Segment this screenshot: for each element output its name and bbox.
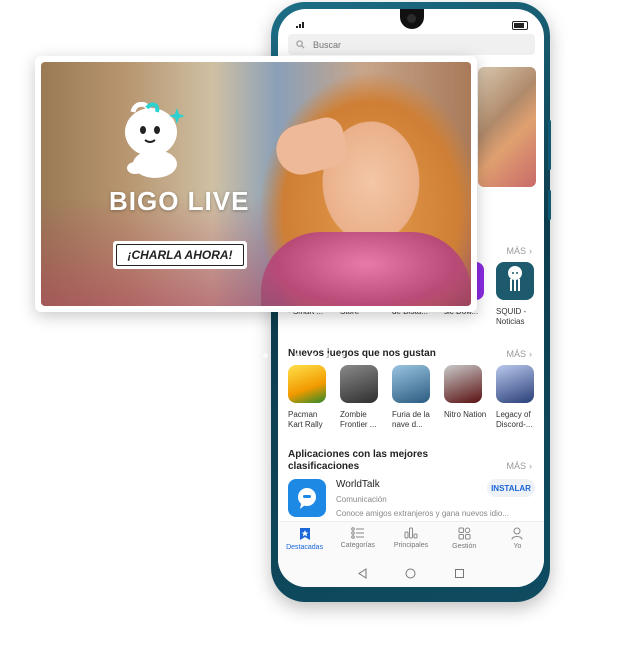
featured-banner-card[interactable]: BIGO LIVE ¡CHARLA AHORA! (35, 56, 477, 359)
carousel-dot[interactable] (310, 353, 315, 358)
carousel-dot[interactable] (340, 353, 345, 358)
carousel-dot[interactable] (263, 353, 268, 358)
install-button[interactable]: INSTALAR (487, 479, 535, 497)
tab-profile[interactable]: Yo (491, 522, 544, 560)
tab-label: Gestión (452, 543, 477, 550)
manage-icon (458, 527, 471, 540)
power-button (548, 190, 551, 220)
game-name: Pacman Kart Rally (288, 410, 323, 429)
carousel-dots (233, 352, 345, 359)
warrior-icon[interactable] (496, 365, 534, 403)
banner-photo-hand (270, 113, 352, 181)
ship-icon[interactable] (392, 365, 430, 403)
search-icon (296, 40, 305, 49)
bigo-mascot-icon (125, 102, 185, 178)
more-label: MÁS (506, 246, 526, 256)
game-name: Furia de la nave d... (392, 410, 430, 429)
carousel-dot[interactable] (233, 353, 238, 358)
tab-categories[interactable]: Categorías (331, 522, 384, 560)
more-label: MÁS (506, 461, 526, 471)
worldtalk-icon[interactable] (288, 479, 326, 517)
section3-title: Aplicaciones con las mejores clasificaci… (288, 449, 429, 472)
carousel-dot-active[interactable] (278, 352, 285, 359)
game-name: Zombie Frontier ... (340, 410, 377, 429)
app-name: SQUID - Noticias (496, 307, 527, 326)
tab-manage[interactable]: Gestión (438, 522, 491, 560)
game-name: Legacy of Discord-... (496, 410, 533, 429)
back-icon[interactable] (357, 568, 368, 579)
carousel-dot[interactable] (248, 353, 253, 358)
banner-image (41, 62, 471, 306)
section3-more-link[interactable]: MÁS › (506, 461, 532, 471)
search-bar[interactable] (288, 34, 535, 55)
bottom-tab-bar: Destacadas Categorías Principales Gestió… (278, 521, 544, 560)
squid-icon (504, 265, 526, 298)
chat-now-label: ¡CHARLA AHORA! (116, 244, 244, 266)
app-category: Comunicación (336, 495, 387, 504)
section2-more-link[interactable]: MÁS › (506, 349, 532, 359)
volume-button (548, 120, 551, 170)
background-banner[interactable] (478, 67, 536, 187)
section1-more-link[interactable]: MÁS › (506, 246, 532, 256)
tab-top-charts[interactable]: Principales (384, 522, 437, 560)
zombie-icon[interactable] (340, 365, 378, 403)
chevron-right-icon: › (529, 461, 532, 471)
tab-featured[interactable]: Destacadas (278, 522, 331, 560)
app-title: WorldTalk (336, 479, 380, 490)
car-icon[interactable] (444, 365, 482, 403)
tab-label: Yo (513, 543, 522, 550)
battery-icon (512, 21, 528, 30)
game-name: Nitro Nation (444, 410, 487, 419)
brand-title: BIGO LIVE (109, 186, 250, 216)
banner-photo-shirt (261, 232, 471, 306)
signal-icon (296, 22, 304, 28)
app-description: Conoce amigos extranjeros y gana nuevos … (336, 509, 509, 518)
more-label: MÁS (506, 349, 526, 359)
featured-icon (299, 528, 310, 540)
home-icon[interactable] (405, 568, 416, 579)
tab-label: Principales (393, 542, 429, 549)
top-charts-icon (404, 527, 418, 539)
categories-icon (350, 527, 364, 539)
chat-now-button[interactable]: ¡CHARLA AHORA! (113, 241, 247, 269)
carousel-dot[interactable] (325, 353, 330, 358)
search-input[interactable] (311, 38, 515, 51)
camera-notch (400, 9, 424, 29)
chevron-right-icon: › (529, 349, 532, 359)
app-icon-squid[interactable] (496, 262, 534, 300)
system-nav-bar (278, 560, 544, 587)
recents-icon[interactable] (454, 568, 465, 579)
pacman-icon[interactable] (288, 365, 326, 403)
tab-label: Destacadas (286, 544, 324, 551)
tab-label: Categorías (340, 542, 375, 549)
chevron-right-icon: › (529, 246, 532, 256)
profile-icon (511, 527, 523, 540)
carousel-dot[interactable] (295, 353, 300, 358)
